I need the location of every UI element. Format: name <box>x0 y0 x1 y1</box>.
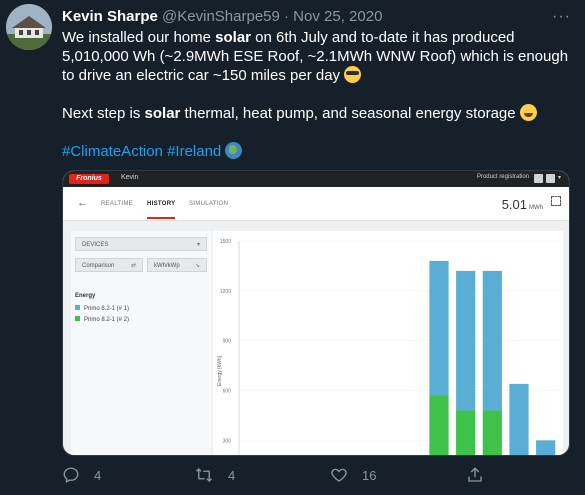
total-energy: 5.01 MWh <box>502 197 543 212</box>
hashtag-ireland[interactable]: #Ireland <box>167 143 221 160</box>
heart-icon <box>331 468 347 482</box>
sunglasses-emoji-icon <box>344 66 362 83</box>
product-registration-link: Product registration <box>476 174 529 180</box>
tab-realtime: REALTIME <box>101 201 133 207</box>
total-energy-unit: MWh <box>529 205 543 211</box>
more-options-icon[interactable]: ··· <box>552 8 571 26</box>
fronius-tabbar: ← REALTIME HISTORY SIMULATION 5.01 MWh <box>63 187 569 221</box>
globe-emoji-icon <box>225 142 243 159</box>
bar-inverter-1 <box>482 270 502 411</box>
energy-chart: 300 600 900 1200 1500 Energy [kWh] <box>213 231 563 455</box>
unit-toggle: kWh/kWp ↘ <box>147 258 207 272</box>
text-segment: We installed our home <box>62 29 216 46</box>
devices-label: DEVICES <box>82 242 109 248</box>
bar-inverter-1 <box>509 383 529 455</box>
like-count: 16 <box>362 467 377 483</box>
fronius-topbar: Fronius Kevin Product registration ▾ <box>63 171 569 187</box>
tweet-paragraph-2: Next step is solar thermal, heat pump, a… <box>62 104 572 123</box>
tweet-header: Kevin Sharpe @KevinSharpe59 · Nov 25, 20… <box>62 8 382 26</box>
legend-item-1: Primo 8.2-1 (# 1) <box>75 305 129 312</box>
legend-swatch-2 <box>75 316 80 321</box>
text-bold-solar: solar <box>144 105 181 122</box>
share-icon <box>468 467 482 482</box>
tab-history: HISTORY <box>147 201 176 219</box>
share-action[interactable] <box>466 466 498 484</box>
legend-swatch-1 <box>75 305 80 310</box>
bar-inverter-2 <box>482 410 502 455</box>
y-tick-label: 1200 <box>220 289 231 295</box>
tweet-paragraph-1: We installed our home solar on 6th July … <box>62 28 572 85</box>
bar-inverter-1 <box>456 270 476 411</box>
y-axis-label: Energy [kWh] <box>217 355 223 386</box>
y-tick-label: 900 <box>223 339 232 345</box>
text-segment: thermal, heat pump, and seasonal energy … <box>180 105 520 122</box>
reply-icon <box>63 467 79 483</box>
bar-inverter-2 <box>456 410 476 455</box>
tweet-actions: 4 4 16 <box>62 466 562 488</box>
legend-title: Energy <box>75 293 96 299</box>
comparison-toggle: Comparison ⇄ <box>75 258 143 272</box>
chevron-down-icon: ▾ <box>558 175 562 181</box>
energy-chart-svg: 300 600 900 1200 1500 Energy [kWh] <box>217 239 559 455</box>
legend-item-2: Primo 8.2-1 (# 2) <box>75 316 129 323</box>
tweet-hashtags: #ClimateAction #Ireland <box>62 142 572 161</box>
fronius-logo: Fronius <box>69 174 109 184</box>
tab-simulation: SIMULATION <box>189 201 229 207</box>
bar-inverter-1 <box>536 440 556 455</box>
author-name[interactable]: Kevin Sharpe <box>62 8 158 25</box>
attached-screenshot[interactable]: Fronius Kevin Product registration ▾ ← R… <box>62 170 570 456</box>
fullscreen-icon <box>551 196 561 206</box>
system-name: Kevin <box>121 174 139 181</box>
y-tick-label: 600 <box>223 389 232 395</box>
grinning-emoji-icon <box>519 104 537 121</box>
bar-inverter-2 <box>429 395 449 455</box>
y-tick-label: 300 <box>223 438 232 444</box>
reply-action[interactable]: 4 <box>62 466 101 484</box>
calendar-icon <box>534 174 543 183</box>
compare-icon: ⇄ <box>130 263 136 269</box>
filter-panel: DEVICES ▾ Comparison ⇄ kWh/kWp ↘ Energy Pri… <box>71 231 211 455</box>
handle-and-date[interactable]: @KevinSharpe59 · Nov 25, 2020 <box>162 8 382 25</box>
tweet-text: We installed our home solar on 6th July … <box>62 28 572 161</box>
total-energy-value: 5.01 <box>501 197 527 212</box>
user-icon <box>546 174 555 183</box>
bar-inverter-1 <box>429 260 449 396</box>
legend-label-1: Primo 8.2-1 (# 1) <box>84 306 130 312</box>
retweet-action[interactable]: 4 <box>194 466 235 484</box>
hashtag-climateaction[interactable]: #ClimateAction <box>62 143 163 160</box>
tweet[interactable]: Kevin Sharpe @KevinSharpe59 · Nov 25, 20… <box>0 0 585 495</box>
devices-dropdown: DEVICES ▾ <box>75 237 207 251</box>
resize-icon: ↘ <box>194 263 200 269</box>
text-bold-solar: solar <box>215 29 251 46</box>
reply-count: 4 <box>94 467 102 483</box>
like-action[interactable]: 16 <box>330 466 376 484</box>
avatar[interactable] <box>6 4 52 50</box>
chevron-down-icon: ▾ <box>196 242 200 248</box>
retweet-icon <box>196 468 212 482</box>
legend-label-2: Primo 8.2-1 (# 2) <box>84 317 130 323</box>
retweet-count: 4 <box>228 467 236 483</box>
text-segment: Next step is <box>62 105 145 122</box>
unit-toggle-label: kWh/kWp <box>154 263 180 269</box>
back-arrow-icon: ← <box>77 197 88 209</box>
comparison-label: Comparison <box>82 263 115 269</box>
y-tick-label: 1500 <box>220 239 231 245</box>
